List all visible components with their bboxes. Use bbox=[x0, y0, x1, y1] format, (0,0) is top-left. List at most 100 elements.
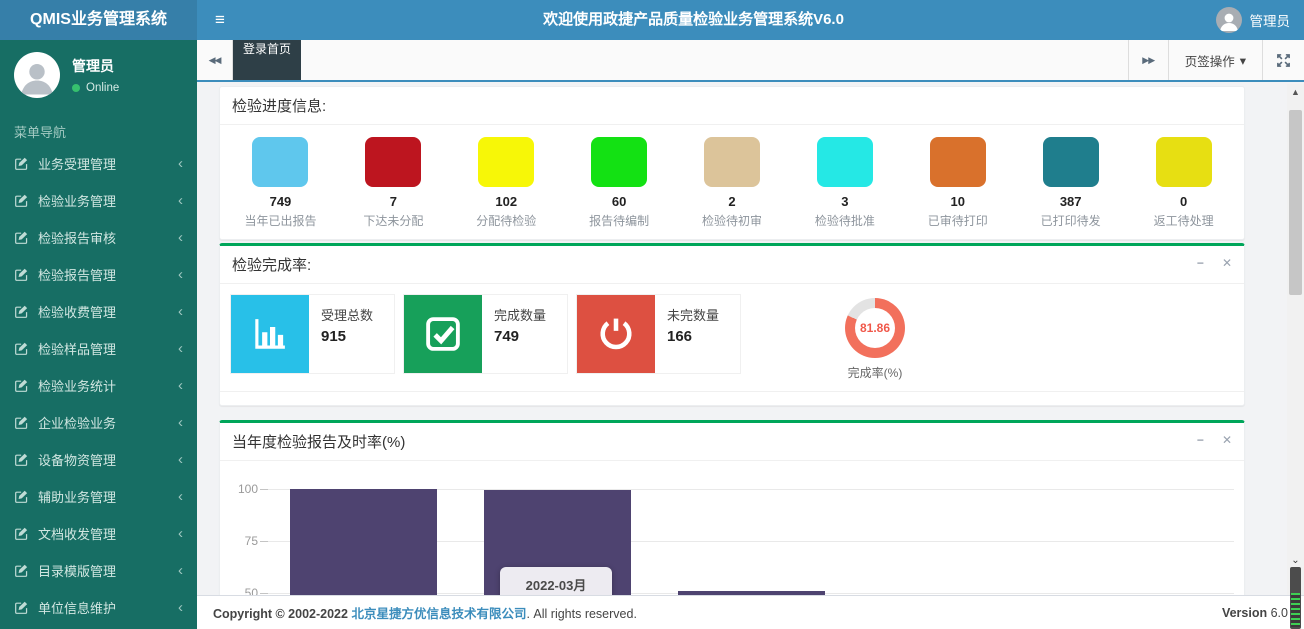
bar-0[interactable] bbox=[290, 489, 437, 595]
sidebar-item-label: 单位信息维护 bbox=[38, 598, 178, 617]
tabs-scroll-left-icon[interactable]: ◀◀ bbox=[197, 40, 233, 80]
progress-tile-2[interactable]: 102 分配待检验 bbox=[450, 137, 563, 229]
chevron-left-icon: ‹ bbox=[178, 489, 183, 504]
progress-tile-5[interactable]: 3检验待批准 bbox=[788, 137, 901, 229]
chevron-left-icon: ‹ bbox=[178, 156, 183, 171]
sidebar-user-status: Online bbox=[72, 82, 119, 94]
timeliness-bar-chart: 2022-03月 及时率: 99.31 100755025 bbox=[230, 467, 1234, 595]
sidebar-nav-header: 菜单导航 bbox=[0, 106, 197, 145]
progress-tile-4[interactable]: 2检验待初审 bbox=[676, 137, 789, 229]
tile-color-swatch bbox=[1043, 137, 1099, 187]
tabs-scroll-right-icon[interactable]: ▶▶ bbox=[1128, 40, 1168, 80]
check-square-icon bbox=[404, 295, 482, 373]
donut-gauge: 81.86 bbox=[845, 298, 905, 358]
sidebar-item-5[interactable]: 检验样品管理‹ bbox=[0, 330, 197, 367]
sidebar-item-7[interactable]: 企业检验业务‹ bbox=[0, 404, 197, 441]
chart-panel-header: 当年度检验报告及时率(%) − ✕ bbox=[220, 423, 1244, 461]
close-icon[interactable]: ✕ bbox=[1222, 254, 1232, 272]
tile-label: 检验待批准 bbox=[788, 212, 901, 229]
online-dot bbox=[72, 84, 80, 92]
caret-down-icon: ▾ bbox=[1240, 53, 1246, 68]
vertical-scrollbar[interactable]: ▲ bbox=[1287, 84, 1304, 595]
sidebar-item-11[interactable]: 目录模版管理‹ bbox=[0, 552, 197, 589]
progress-tile-6[interactable]: 10已审待打印 bbox=[901, 137, 1014, 229]
progress-tile-0[interactable]: 749当年已出报告 bbox=[224, 137, 337, 229]
chevron-left-icon: ‹ bbox=[178, 341, 183, 356]
y-axis-tick: 100 bbox=[230, 482, 258, 496]
tabbar-spacer bbox=[301, 40, 1128, 80]
sidebar-item-label: 检验业务统计 bbox=[38, 376, 178, 395]
edit-icon bbox=[14, 452, 29, 467]
completion-stats-row: 受理总数 915 完成数量 749 bbox=[220, 284, 1244, 391]
collapse-icon[interactable]: − bbox=[1197, 254, 1204, 272]
content-area: 检验进度信息: 749当年已出报告7下达未分配102分配待检验60报告待编制2检… bbox=[197, 82, 1304, 595]
tile-value: 10 bbox=[901, 194, 1014, 209]
sidebar-item-4[interactable]: 检验收费管理‹ bbox=[0, 293, 197, 330]
chevron-left-icon: ‹ bbox=[178, 378, 183, 393]
tab-bar: ◀◀ 登录首页 ▶▶ 页签操作▾ bbox=[197, 40, 1304, 82]
chart-panel: 当年度检验报告及时率(%) − ✕ 2022-03月 及时率: 99.31 10… bbox=[219, 420, 1245, 595]
progress-tile-1[interactable]: 7下达未分配 bbox=[337, 137, 450, 229]
tile-color-swatch bbox=[1156, 137, 1212, 187]
progress-tile-7[interactable]: 387已打印待发 bbox=[1014, 137, 1127, 229]
chevron-left-icon: ‹ bbox=[178, 230, 183, 245]
fullscreen-expand-icon[interactable] bbox=[1262, 40, 1304, 80]
top-header: QMIS业务管理系统 ≡ 欢迎使用政捷产品质量检验业务管理系统V6.0 管理员 bbox=[0, 0, 1304, 40]
close-icon[interactable]: ✕ bbox=[1222, 431, 1232, 449]
sidebar-item-3[interactable]: 检验报告管理‹ bbox=[0, 256, 197, 293]
tile-value: 2 bbox=[676, 194, 789, 209]
tile-color-swatch bbox=[252, 137, 308, 187]
tooltip-title: 2022-03月 bbox=[512, 575, 600, 594]
sidebar-item-2[interactable]: 检验报告审核‹ bbox=[0, 219, 197, 256]
edit-icon bbox=[14, 600, 29, 615]
chart-tooltip: 2022-03月 及时率: 99.31 bbox=[500, 567, 612, 595]
stat-card-unfinished: 未完数量 166 bbox=[576, 294, 741, 374]
progress-tile-8[interactable]: 0返工待处理 bbox=[1127, 137, 1240, 229]
gauge-label: 完成率(%) bbox=[845, 364, 905, 381]
header-user-menu[interactable]: 管理员 bbox=[1216, 0, 1291, 40]
tile-value: 387 bbox=[1014, 194, 1127, 209]
axis-tick-mark bbox=[260, 489, 268, 490]
stat-card-completed: 完成数量 749 bbox=[403, 294, 568, 374]
sidebar-item-8[interactable]: 设备物资管理‹ bbox=[0, 441, 197, 478]
hamburger-menu-icon[interactable]: ≡ bbox=[197, 0, 243, 40]
y-axis-tick: 75 bbox=[230, 534, 258, 548]
sidebar-item-12[interactable]: 单位信息维护‹ bbox=[0, 589, 197, 626]
sidebar-item-label: 设备物资管理 bbox=[38, 450, 178, 469]
tile-label: 分配待检验 bbox=[450, 212, 563, 229]
copyright-text: Copyright © 2002-2022 北京星捷方优信息技术有限公司. Al… bbox=[213, 603, 637, 622]
user-avatar-icon bbox=[1216, 7, 1242, 33]
edit-icon bbox=[14, 563, 29, 578]
chevron-left-icon: ‹ bbox=[178, 415, 183, 430]
chevron-left-icon: ‹ bbox=[178, 600, 183, 615]
sidebar-item-9[interactable]: 辅助业务管理‹ bbox=[0, 478, 197, 515]
edit-icon bbox=[14, 415, 29, 430]
sidebar-item-6[interactable]: 检验业务统计‹ bbox=[0, 367, 197, 404]
edit-icon bbox=[14, 156, 29, 171]
sidebar-item-0[interactable]: 业务受理管理‹ bbox=[0, 145, 197, 182]
sidebar-user-name: 管理员 bbox=[72, 56, 119, 76]
company-link[interactable]: 北京星捷方优信息技术有限公司 bbox=[351, 607, 526, 621]
tile-label: 报告待编制 bbox=[563, 212, 676, 229]
progress-tile-3[interactable]: 60报告待编制 bbox=[563, 137, 676, 229]
progress-panel: 检验进度信息: 749当年已出报告7下达未分配102分配待检验60报告待编制2检… bbox=[219, 86, 1245, 240]
tab-home[interactable]: 登录首页 bbox=[233, 40, 301, 80]
sidebar-item-label: 企业检验业务 bbox=[38, 413, 178, 432]
scrollbar-thumb[interactable] bbox=[1289, 110, 1302, 295]
main-area: ◀◀ 登录首页 ▶▶ 页签操作▾ 检验进度信息: 749当年已出报告7下达未分配… bbox=[197, 40, 1304, 629]
sidebar-item-label: 辅助业务管理 bbox=[38, 487, 178, 506]
sidebar-item-1[interactable]: 检验业务管理‹ bbox=[0, 182, 197, 219]
progress-tiles-row: 749当年已出报告7下达未分配102分配待检验60报告待编制2检验待初审3检验待… bbox=[220, 125, 1244, 239]
scrollbar-up-arrow-icon[interactable]: ▲ bbox=[1287, 84, 1304, 100]
edit-icon bbox=[14, 526, 29, 541]
sidebar-avatar bbox=[14, 52, 60, 98]
stat-value: 166 bbox=[667, 328, 719, 345]
sidebar-menu: 业务受理管理‹检验业务管理‹检验报告审核‹检验报告管理‹检验收费管理‹检验样品管… bbox=[0, 145, 197, 626]
scroll-widget[interactable] bbox=[1290, 567, 1301, 629]
axis-tick-mark bbox=[260, 593, 268, 594]
tile-value: 102 bbox=[450, 194, 563, 209]
tab-operations-dropdown[interactable]: 页签操作▾ bbox=[1168, 40, 1262, 80]
tile-label: 当年已出报告 bbox=[224, 212, 337, 229]
collapse-icon[interactable]: − bbox=[1197, 431, 1204, 449]
sidebar-item-10[interactable]: 文档收发管理‹ bbox=[0, 515, 197, 552]
